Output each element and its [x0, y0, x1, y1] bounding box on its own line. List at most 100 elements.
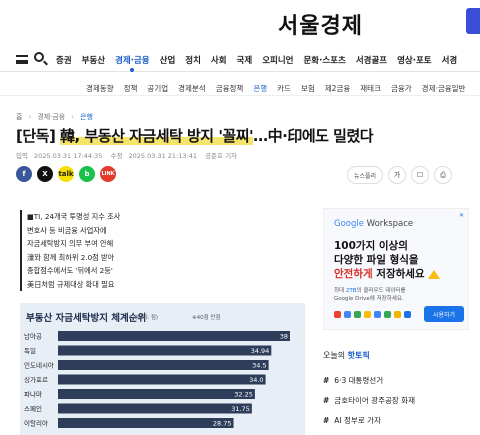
sub-nav-item[interactable]: 재테크 — [360, 83, 381, 94]
chart-value-label: 34.94 — [251, 347, 270, 355]
sub-nav-item[interactable]: 공기업 — [147, 83, 168, 94]
ad-brand-ws: Workspace — [363, 219, 414, 229]
main-nav: 증권 부동산 경제·금융 산업 정치 사회 국제 오피니언 문화·스포츠 서경골프 영상·포토 서경 — [0, 46, 480, 72]
headline-highlight: 韓, 부동산 자금세탁 방지 '꼴찌' — [60, 127, 254, 145]
sub-nav-item[interactable]: 경제·금융일반 — [422, 83, 466, 94]
sub-nav: 경제동향 정책 공기업 경제분석 금융정책 은행 카드 보험 제2금융 재테크 금융가 경제·금융일반 — [0, 80, 480, 96]
chart-category-label: 인도네시아 — [24, 361, 54, 370]
news-follow-label: 뉴스플리 — [354, 172, 377, 180]
link-icon[interactable]: LINK — [100, 166, 116, 182]
article-meta: 입력 2025.03.31 17:44:35 수정 2025.03.31 21:13… — [16, 150, 243, 160]
ad-brand-google: Google — [334, 219, 364, 229]
chart-value-label: 28.75 — [213, 420, 232, 428]
chart-category-label: 독일 — [24, 346, 36, 355]
hot-topic-item[interactable]: # AI 정부로 가자 — [323, 411, 473, 431]
breadcrumb-sep: › — [28, 113, 32, 121]
sub-nav-item[interactable]: 금융정책 — [216, 83, 244, 94]
ad-app-icons — [334, 311, 411, 318]
ad-subtext: 최대 2TB의 클라우드 데이터를 Google Drive에 저장하세요. — [334, 287, 406, 303]
hot-topic-item[interactable]: #6·3 대통령선거 — [323, 371, 473, 391]
main-nav-item[interactable]: 영상·포토 — [397, 54, 432, 66]
chart-bar — [58, 345, 272, 356]
summary-line: 자금세탁방지 의무 부여 안해 — [27, 239, 114, 248]
main-nav-item[interactable]: 정치 — [185, 54, 201, 66]
breadcrumb-sep: › — [71, 113, 75, 121]
summary-line: 濠와 함께 최하위 2.0점 받아 — [27, 252, 115, 262]
docs-icon — [374, 311, 381, 318]
search-icon[interactable] — [34, 52, 44, 62]
sub-nav-item[interactable]: 금융가 — [391, 83, 412, 94]
chart-category-label: 남아공 — [24, 332, 42, 341]
chart-bar — [58, 403, 252, 414]
main-nav-item[interactable]: 서경골프 — [356, 54, 387, 66]
edit-time: 2025.03.31 21:13:41 — [128, 152, 197, 160]
breadcrumb-home[interactable]: 홈 — [16, 113, 22, 121]
sub-nav-item[interactable]: 경제동향 — [86, 83, 114, 94]
summary-line: 종합점수에서도 '뒤에서 2등' — [27, 266, 113, 275]
sub-nav-item[interactable]: 제2금융 — [325, 83, 350, 94]
ad-close-icon[interactable]: ✕ — [459, 212, 464, 219]
hash-icon: # — [323, 416, 330, 425]
main-nav-item[interactable]: 서경 — [442, 54, 458, 66]
breadcrumb-current[interactable]: 은행 — [80, 113, 93, 121]
hot-title-pre: 오늘의 — [323, 351, 348, 360]
chart-bar — [58, 331, 290, 341]
band-icon[interactable]: b — [79, 166, 95, 182]
chart-value-label: 32.25 — [234, 391, 253, 399]
chart-value-label: 34.0 — [249, 376, 263, 384]
headline-prefix: [단독] — [16, 127, 61, 145]
sub-nav-item[interactable]: 보험 — [301, 83, 315, 94]
main-nav-item[interactable]: 국제 — [237, 54, 253, 66]
sub-nav-item[interactable]: 카드 — [277, 83, 291, 94]
site-logo[interactable]: 서울경제 — [278, 8, 363, 40]
meet-icon — [354, 311, 361, 318]
breadcrumb-section[interactable]: 경제·금융 — [37, 113, 65, 121]
print-icon[interactable]: ⎙ — [434, 166, 453, 184]
ad-head-red: 안전하게 — [334, 268, 373, 280]
chart-category-label: 스페인 — [24, 404, 42, 413]
ad-headline: 100가지 이상의 다양한 파일 형식을 안전하게 저장하세요 — [334, 239, 441, 281]
main-nav-item[interactable]: 경제·금융 — [115, 54, 150, 66]
chart-bar — [58, 374, 266, 385]
drive-small-icon — [364, 311, 371, 318]
hot-topic-label: 6·3 대통령선거 — [334, 376, 384, 385]
ad-sub-line2: Google Drive에 저장하세요. — [334, 296, 404, 302]
x-icon[interactable]: X — [37, 166, 53, 182]
sheets-icon — [384, 311, 391, 318]
kakaotalk-icon[interactable]: talk — [58, 166, 74, 182]
main-nav-item[interactable]: 사회 — [211, 54, 227, 66]
font-size-button[interactable]: 가 — [388, 166, 407, 184]
ad-head-line1: 100가지 이상의 — [334, 240, 408, 252]
main-nav-item[interactable]: 오피니언 — [262, 54, 293, 66]
ad-head-line2: 다양한 파일 형식을 — [334, 254, 419, 266]
article-tools: 뉴스플리 가 ☐ ⎙ — [347, 166, 453, 184]
main-nav-item[interactable]: 증권 — [56, 54, 72, 66]
corner-badge[interactable] — [466, 8, 480, 34]
ad-sub-pre: 최대 — [334, 288, 346, 294]
chart-category-label: 파나마 — [24, 390, 42, 399]
ad-sub-post: 의 클라우드 데이터를 — [356, 288, 406, 294]
sub-nav-item[interactable]: 정책 — [124, 83, 138, 94]
main-nav-menu: 증권 부동산 경제·금융 산업 정치 사회 국제 오피니언 문화·스포츠 서경골프 영상·포토 서경 — [56, 54, 467, 66]
menu-icon[interactable] — [16, 55, 28, 64]
hot-topic-label: AI 정부로 가자 — [334, 416, 381, 425]
ad-cta-button[interactable]: 사용하기 — [424, 306, 464, 322]
sub-nav-item[interactable]: 경제분석 — [178, 83, 206, 94]
sub-nav-menu: 경제동향 정책 공기업 경제분석 금융정책 은행 카드 보험 제2금융 재테크 금융가 경제·금융일반 — [86, 83, 475, 94]
chat-icon — [404, 311, 411, 318]
main-nav-item[interactable]: 문화·스포츠 — [303, 54, 345, 66]
bookmark-icon[interactable]: ☐ — [411, 166, 430, 184]
main-nav-item[interactable]: 부동산 — [82, 54, 105, 66]
hot-topic-item[interactable]: # 금호타이어 광주공장 화재 — [323, 391, 473, 411]
chart-value-label: 34.5 — [252, 362, 266, 370]
reporter-name[interactable]: 공준호 기자 — [205, 152, 237, 160]
facebook-icon[interactable]: f — [16, 166, 32, 182]
summary-line: ■TI, 24개국 투명성 지수 조사 — [27, 212, 121, 221]
article-headline: [단독] 韓, 부동산 자금세탁 방지 '꼴찌'…中·印에도 밀렸다 — [16, 125, 476, 146]
ad-banner[interactable]: ✕ Google Workspace 100가지 이상의 다양한 파일 형식을 … — [323, 208, 469, 330]
ad-head-rest: 저장하세요 — [372, 268, 425, 280]
main-nav-item[interactable]: 산업 — [160, 54, 176, 66]
news-follow-button[interactable]: 뉴스플리 — [347, 166, 384, 184]
summary-line: 변호사 등 비금융 사업자에 — [27, 225, 107, 235]
sub-nav-item[interactable]: 은행 — [253, 83, 267, 94]
